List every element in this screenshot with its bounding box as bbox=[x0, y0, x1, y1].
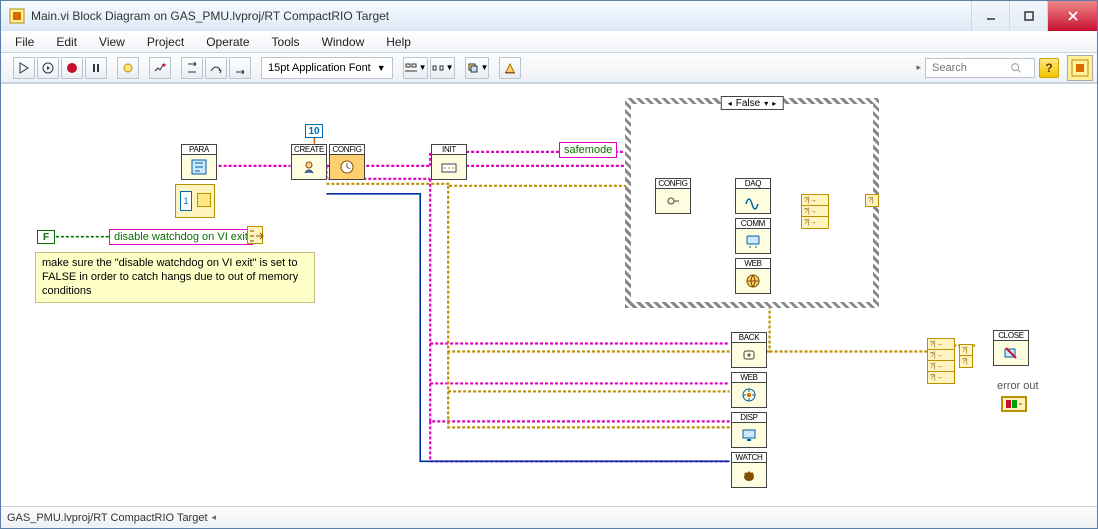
indicator-error-out[interactable] bbox=[1001, 396, 1027, 412]
bundle-inner[interactable]: ?|→?|→?|→ bbox=[801, 194, 829, 229]
search-wrap: ▸ ? bbox=[916, 55, 1093, 81]
step-over-button[interactable] bbox=[205, 57, 227, 79]
search-box[interactable] bbox=[925, 58, 1035, 78]
subvi-close-label: CLOSE bbox=[994, 331, 1028, 341]
build-cluster[interactable] bbox=[247, 226, 263, 244]
search-icon bbox=[1010, 62, 1022, 74]
reorder-button[interactable]: ▼ bbox=[465, 57, 490, 79]
pause-button[interactable] bbox=[85, 57, 107, 79]
comment-watchdog-note[interactable]: make sure the "disable watchdog on VI ex… bbox=[35, 252, 315, 303]
subvi-web-label: WEB bbox=[732, 373, 766, 383]
help-button[interactable]: ? bbox=[1039, 58, 1059, 78]
run-continuous-button[interactable] bbox=[37, 57, 59, 79]
cluster-constant[interactable]: 1 bbox=[175, 184, 215, 218]
menu-edit[interactable]: Edit bbox=[48, 33, 85, 51]
subvi-config2-label: CONFIG bbox=[656, 179, 690, 189]
subvi-config-timed[interactable]: CONFIG bbox=[329, 144, 365, 180]
case-tunnel[interactable]: ?| bbox=[865, 194, 879, 207]
vi-icon[interactable] bbox=[1067, 55, 1093, 81]
bundle-outer[interactable]: ?|→?|→?|→?|→ bbox=[927, 338, 955, 384]
string-constant-watchdog[interactable]: disable watchdog on VI exit bbox=[109, 229, 253, 245]
retain-wire-button[interactable] bbox=[149, 57, 171, 79]
subvi-back[interactable]: BACK bbox=[731, 332, 767, 368]
subvi-config-label: CONFIG bbox=[330, 145, 364, 155]
menu-operate[interactable]: Operate bbox=[198, 33, 257, 51]
case-next-icon[interactable]: ▸ bbox=[772, 99, 776, 108]
run-button[interactable] bbox=[13, 57, 35, 79]
menu-project[interactable]: Project bbox=[139, 33, 192, 51]
subvi-watch[interactable]: WATCH bbox=[731, 452, 767, 488]
subvi-daq[interactable]: DAQ bbox=[735, 178, 771, 214]
subvi-config2[interactable]: CONFIG bbox=[655, 178, 691, 214]
merge-errors[interactable]: ?|?| bbox=[959, 344, 973, 368]
toolbar: 15pt Application Font ▼ ▼ ▼ ▼ ▸ ? bbox=[1, 53, 1097, 83]
menubar: File Edit View Project Operate Tools Win… bbox=[1, 31, 1097, 53]
step-into-button[interactable] bbox=[181, 57, 203, 79]
boolean-constant-false[interactable]: F bbox=[37, 230, 55, 244]
minimize-button[interactable] bbox=[971, 1, 1009, 31]
subvi-web[interactable]: WEB bbox=[731, 372, 767, 408]
statusbar: GAS_PMU.lvproj/RT CompactRIO Target ◂ bbox=[1, 506, 1097, 528]
subvi-web-inner-label: WEB bbox=[736, 259, 770, 269]
case-prev-icon[interactable]: ◂ bbox=[728, 99, 732, 108]
align-button[interactable]: ▼ bbox=[403, 57, 428, 79]
close-button[interactable] bbox=[1047, 1, 1097, 31]
numeric-constant-10[interactable]: 10 bbox=[305, 124, 323, 138]
abort-button[interactable] bbox=[61, 57, 83, 79]
status-chevron-icon[interactable]: ◂ bbox=[212, 512, 217, 523]
subvi-watch-label: WATCH bbox=[732, 453, 766, 463]
highlight-exec-button[interactable] bbox=[117, 57, 139, 79]
subvi-create-label: CREATE bbox=[292, 145, 326, 155]
subvi-comm[interactable]: COMM bbox=[735, 218, 771, 254]
case-value: False bbox=[736, 98, 760, 109]
titlebar[interactable]: Main.vi Block Diagram on GAS_PMU.lvproj/… bbox=[1, 1, 1097, 31]
menu-window[interactable]: Window bbox=[314, 33, 373, 51]
subvi-disp-label: DISP bbox=[732, 413, 766, 423]
search-input[interactable] bbox=[930, 61, 1010, 75]
subvi-create[interactable]: CREATE bbox=[291, 144, 327, 180]
distribute-button[interactable]: ▼ bbox=[430, 57, 455, 79]
subvi-para-label: PARA bbox=[182, 145, 216, 155]
case-selector[interactable]: ◂ False ▾ ▸ bbox=[721, 96, 784, 110]
step-out-button[interactable] bbox=[229, 57, 251, 79]
menu-help[interactable]: Help bbox=[378, 33, 419, 51]
labview-icon bbox=[9, 8, 25, 24]
subvi-disp[interactable]: DISP bbox=[731, 412, 767, 448]
subvi-web-inner[interactable]: WEB bbox=[735, 258, 771, 294]
cleanup-button[interactable] bbox=[499, 57, 521, 79]
subvi-init-label: INIT bbox=[432, 145, 466, 155]
subvi-back-label: BACK bbox=[732, 333, 766, 343]
menu-view[interactable]: View bbox=[91, 33, 133, 51]
menu-file[interactable]: File bbox=[7, 33, 42, 51]
subvi-daq-label: DAQ bbox=[736, 179, 770, 189]
maximize-button[interactable] bbox=[1009, 1, 1047, 31]
case-dropdown-icon[interactable]: ▾ bbox=[764, 99, 768, 108]
subvi-para[interactable]: PARA bbox=[181, 144, 217, 180]
chevron-down-icon: ▼ bbox=[377, 63, 386, 73]
window-controls bbox=[971, 1, 1097, 31]
indicator-error-out-label: error out bbox=[997, 380, 1039, 392]
font-label: 15pt Application Font bbox=[268, 62, 371, 74]
status-path: GAS_PMU.lvproj/RT CompactRIO Target bbox=[7, 512, 208, 524]
subvi-comm-label: COMM bbox=[736, 219, 770, 229]
window-title: Main.vi Block Diagram on GAS_PMU.lvproj/… bbox=[31, 9, 971, 23]
subvi-close[interactable]: CLOSE bbox=[993, 330, 1029, 366]
font-dropdown[interactable]: 15pt Application Font ▼ bbox=[261, 57, 393, 79]
block-diagram-canvas[interactable]: PARA 1 CREATE 10 CONFIG INIT bbox=[1, 83, 1097, 506]
window-frame: Main.vi Block Diagram on GAS_PMU.lvproj/… bbox=[0, 0, 1098, 529]
string-constant-safemode[interactable]: safemode bbox=[559, 142, 617, 158]
search-chevron-icon[interactable]: ▸ bbox=[916, 62, 921, 73]
menu-tools[interactable]: Tools bbox=[264, 33, 308, 51]
subvi-init[interactable]: INIT bbox=[431, 144, 467, 180]
case-structure[interactable]: ◂ False ▾ ▸ CONFIG DAQ COMM bbox=[621, 94, 883, 312]
